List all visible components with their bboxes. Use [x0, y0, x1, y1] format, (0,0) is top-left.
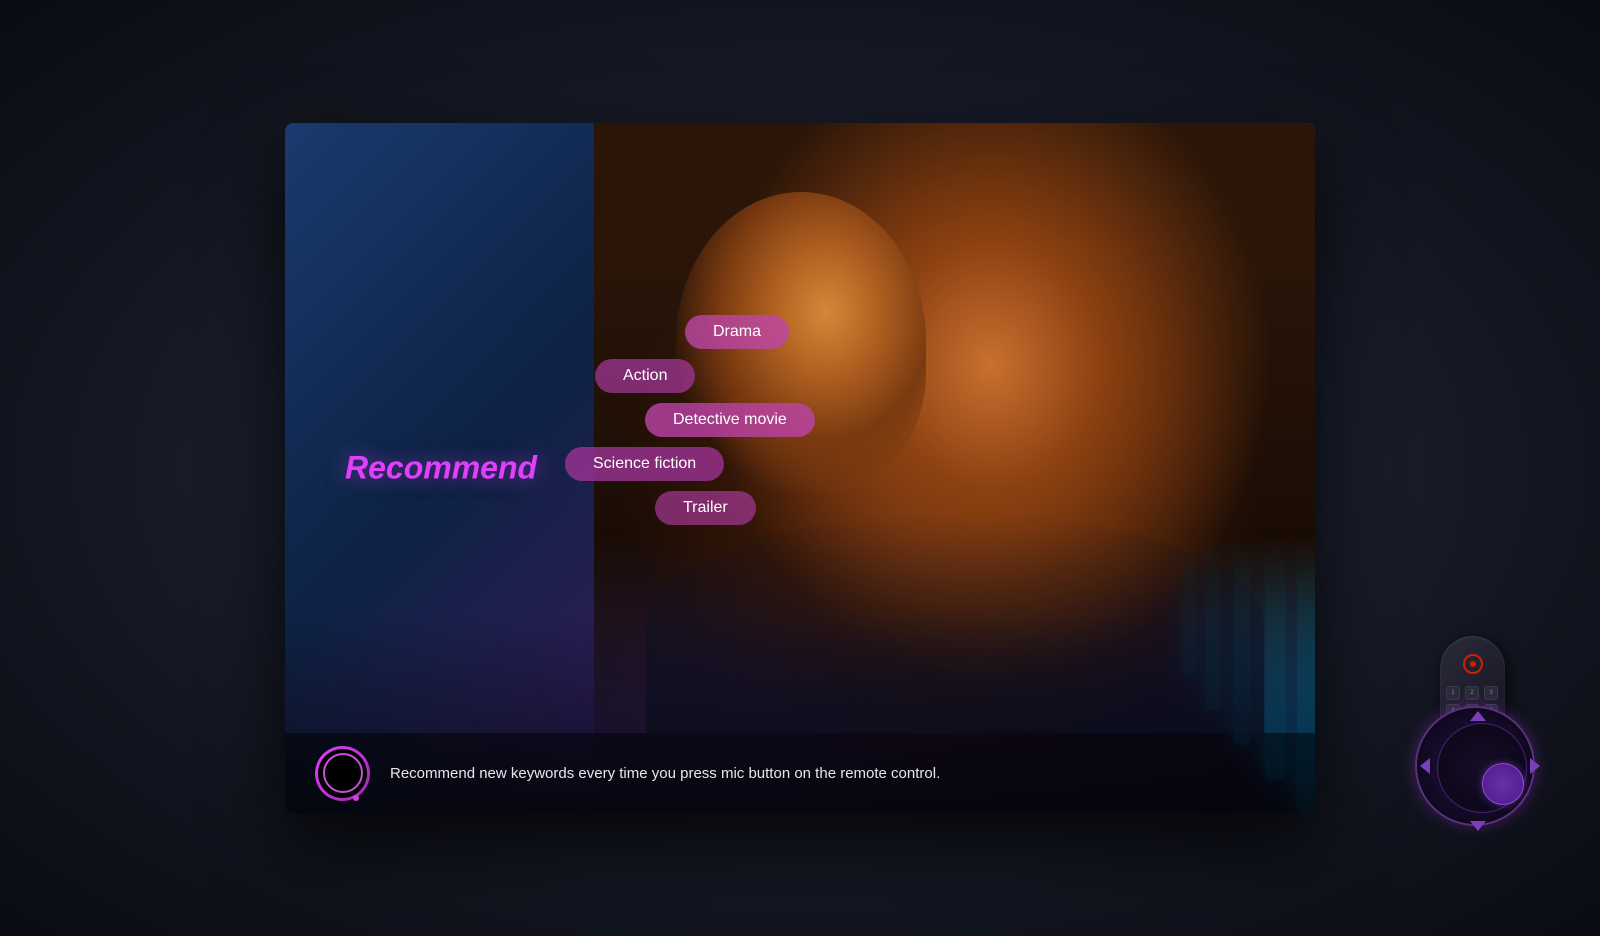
remote-btn-3[interactable]: 3 [1484, 686, 1498, 700]
dpad-area [1410, 706, 1540, 836]
dpad-down-arrow [1470, 821, 1486, 831]
tag-row-trailer: Trailer [565, 491, 815, 525]
dpad-up-arrow [1470, 711, 1486, 721]
remote-btn-1[interactable]: 1 [1446, 686, 1460, 700]
tags-container: Drama Action Detective movie Science fic… [565, 315, 815, 525]
tag-trailer[interactable]: Trailer [655, 491, 756, 525]
remote-control: 1 2 3 4 5 6 7 8 9 - + [1420, 636, 1540, 856]
bottom-bar: Recommend new keywords every time you pr… [285, 733, 1315, 813]
tv-screen: Recommend Drama Action Detective movie S… [285, 123, 1315, 813]
mic-dot [353, 795, 359, 801]
tag-row-scifi: Science fiction [565, 447, 815, 481]
tag-detective[interactable]: Detective movie [645, 403, 815, 437]
tv-frame: Recommend Drama Action Detective movie S… [285, 123, 1315, 813]
mic-inner-ring [323, 753, 363, 793]
mic-icon-circle [315, 746, 370, 801]
power-icon [1470, 661, 1476, 667]
recommend-label: Recommend [345, 450, 537, 487]
dpad-left-arrow [1420, 758, 1430, 774]
dpad-arrows [1415, 706, 1545, 836]
tag-drama[interactable]: Drama [685, 315, 789, 349]
tag-row-detective: Detective movie [565, 403, 815, 437]
dpad-right-arrow [1530, 758, 1540, 774]
remote-btn-2[interactable]: 2 [1465, 686, 1479, 700]
instruction-text: Recommend new keywords every time you pr… [390, 765, 940, 782]
tag-row-drama: Drama [565, 315, 815, 349]
tag-action[interactable]: Action [595, 359, 695, 393]
tag-row-action: Action [565, 359, 815, 393]
remote-power-button[interactable] [1463, 654, 1483, 674]
tag-scifi[interactable]: Science fiction [565, 447, 724, 481]
